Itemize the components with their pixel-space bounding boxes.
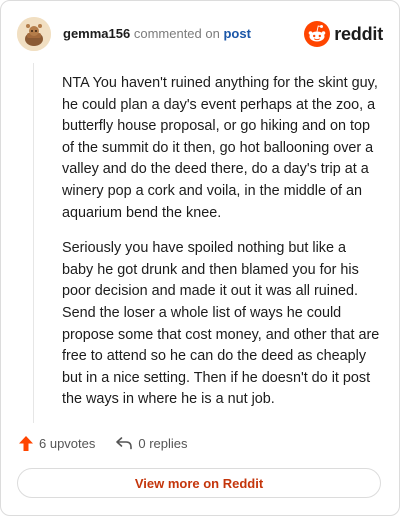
view-more-on-reddit-button[interactable]: View more on Reddit [17, 468, 381, 498]
comment-body: NTA You haven't ruined anything for the … [62, 73, 380, 425]
author-username[interactable]: gemma156 [63, 26, 130, 41]
comment-card: gemma156 commented on post reddit NTA Yo… [0, 0, 400, 516]
avatar-image [17, 17, 51, 51]
thread-line [33, 63, 34, 423]
comment-meta: gemma156 commented on post [63, 26, 251, 41]
reddit-logo[interactable]: reddit [304, 21, 383, 47]
comment-paragraph-2: Seriously you have spoiled nothing but l… [62, 240, 380, 408]
upvote-button[interactable]: 6 upvotes [18, 435, 95, 452]
reddit-wordmark: reddit [334, 23, 383, 44]
commented-on-text: commented on [133, 26, 220, 41]
reply-button[interactable]: 0 replies [115, 435, 188, 451]
reply-count: 0 replies [138, 435, 188, 451]
comment-paragraph-1: NTA You haven't ruined anything for the … [62, 75, 378, 221]
comment-actions: 6 upvotes 0 replies [18, 433, 208, 453]
upvote-count: 6 upvotes [39, 435, 96, 451]
user-avatar[interactable] [17, 17, 51, 51]
post-link[interactable]: post [223, 26, 250, 41]
comment-header: gemma156 commented on post reddit [17, 17, 383, 51]
upvote-arrow-icon [19, 435, 33, 451]
reply-arrow-icon [116, 437, 133, 450]
reddit-snoo-icon [304, 21, 331, 47]
